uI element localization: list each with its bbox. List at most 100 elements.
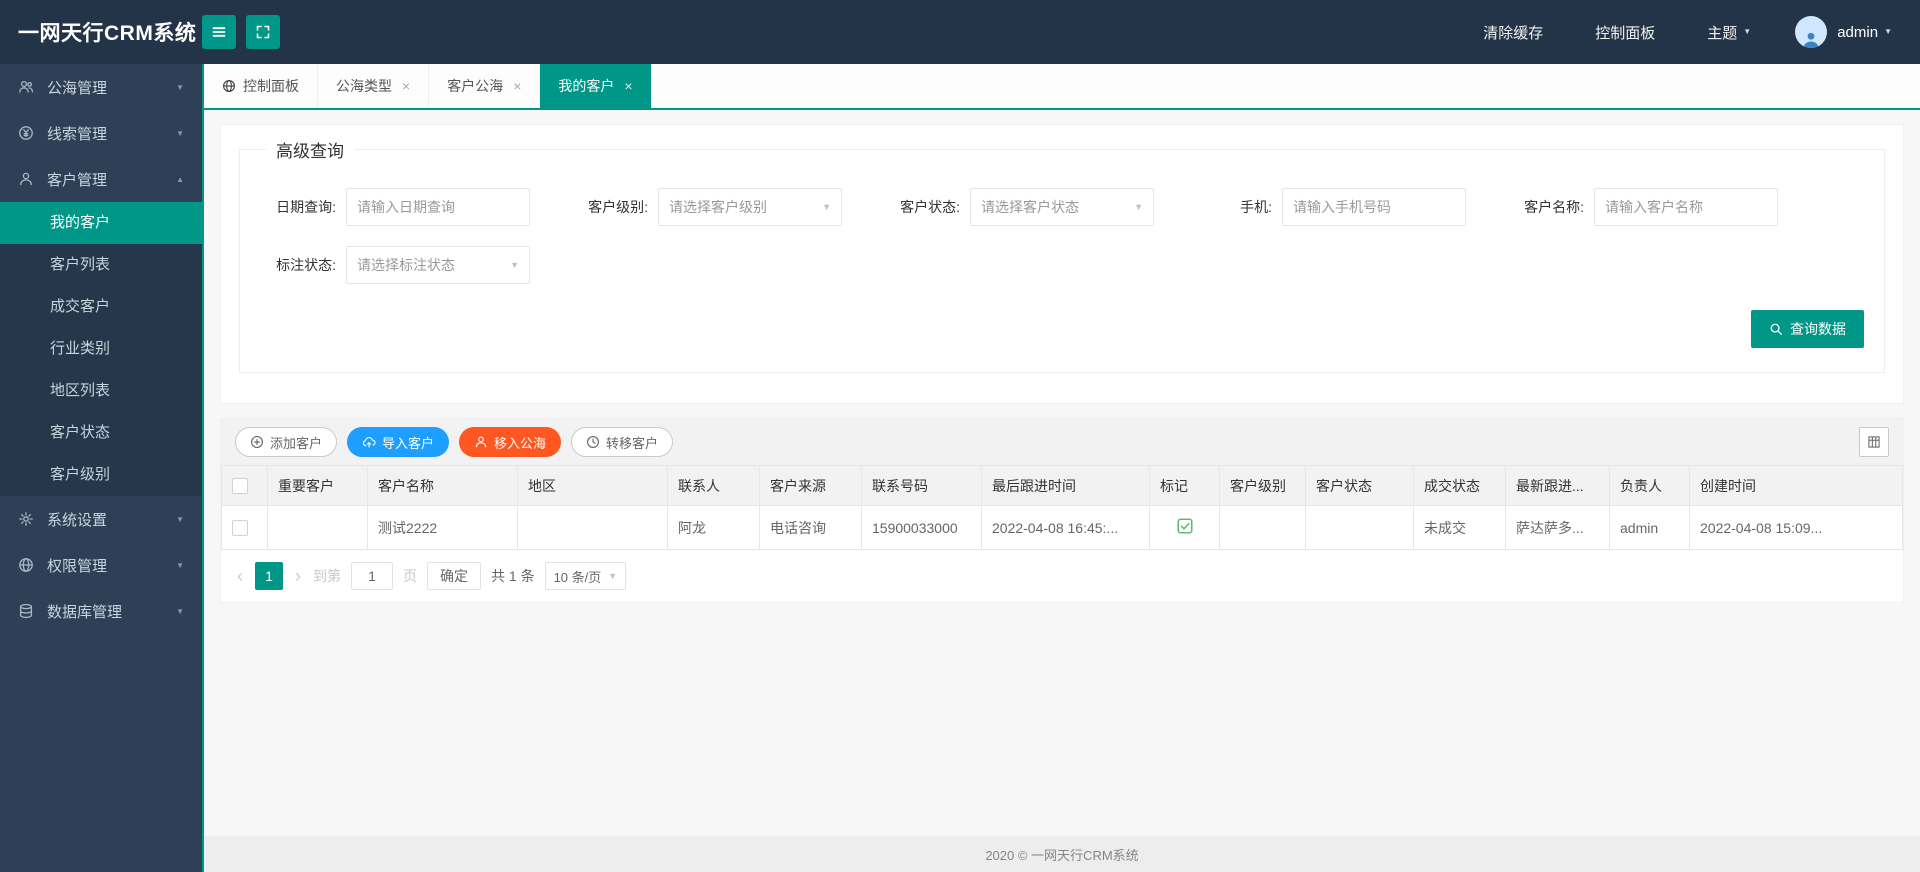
- customer-table: 重要客户 客户名称 地区 联系人 客户来源 联系号码 最后跟进时间 标记 客户级…: [221, 465, 1903, 550]
- table-row: 测试2222 阿龙 电话咨询 15900033000 2022-04-08 16…: [221, 505, 1903, 550]
- chevron-down-icon: ▼: [822, 202, 831, 212]
- cell-region: [517, 505, 668, 550]
- close-icon[interactable]: ×: [513, 79, 521, 93]
- mark-status-select[interactable]: 请选择标注状态 ▼: [346, 246, 530, 284]
- button-label: 导入客户: [382, 435, 435, 451]
- tab-gonghai-type[interactable]: 公海类型 ×: [318, 64, 430, 108]
- move-to-gonghai-button[interactable]: 移入公海: [459, 427, 562, 457]
- transfer-customer-button[interactable]: 转移客户: [571, 427, 674, 457]
- table-header-row: 重要客户 客户名称 地区 联系人 客户来源 联系号码 最后跟进时间 标记 客户级…: [221, 465, 1903, 506]
- pagination-next[interactable]: ›: [293, 567, 303, 585]
- sidebar-subitem-customer-status[interactable]: 客户状态: [0, 412, 202, 454]
- cell-phone: 15900033000: [861, 505, 982, 550]
- column-header: 客户来源: [759, 465, 862, 506]
- sidebar-subitem-customer-level[interactable]: 客户级别: [0, 454, 202, 496]
- page-content: 高级查询 日期查询: 客户级别: 请选择客户级别 ▼: [204, 110, 1920, 836]
- select-all-checkbox[interactable]: [232, 478, 248, 495]
- app-logo: 一网天行CRM系统: [18, 22, 197, 45]
- chevron-down-icon: ▼: [176, 82, 184, 92]
- date-query-input[interactable]: [346, 188, 530, 226]
- clock-icon: [586, 435, 600, 449]
- cell-last-followup: 2022-04-08 16:45:...: [981, 505, 1150, 550]
- customer-status-select[interactable]: 请选择客户状态 ▼: [970, 188, 1154, 226]
- hamburger-icon: [211, 24, 227, 40]
- column-header: 地区: [517, 465, 668, 506]
- column-header: 最新跟进...: [1505, 465, 1610, 506]
- sidebar-item-label: 权限管理: [47, 557, 108, 575]
- close-icon[interactable]: ×: [624, 79, 632, 93]
- tab-control-panel[interactable]: 控制面板: [204, 64, 318, 108]
- chevron-down-icon: ▼: [510, 260, 519, 270]
- import-customer-button[interactable]: 导入客户: [347, 427, 450, 457]
- avatar[interactable]: [1795, 16, 1828, 48]
- column-header: 成交状态: [1413, 465, 1506, 506]
- column-toggle-button[interactable]: [1859, 427, 1889, 457]
- pagination: ‹ 1 › 到第 页 确定 共 1 条 10 条/页 ▼: [221, 550, 1903, 602]
- column-header: 标记: [1149, 465, 1220, 506]
- sidebar-item-label: 公海管理: [47, 79, 108, 97]
- cell-important: [267, 505, 368, 550]
- footer-text: 2020 © 一网天行CRM系统: [985, 847, 1139, 863]
- row-checkbox[interactable]: [232, 520, 248, 537]
- page-footer: 2020 © 一网天行CRM系统: [204, 836, 1920, 872]
- add-customer-button[interactable]: 添加客户: [235, 427, 338, 457]
- sidebar-subitem-region-list[interactable]: 地区列表: [0, 370, 202, 412]
- top-bar: 一网天行CRM系统 清除缓存 控制面板 主题 ▼ admin ▼: [0, 0, 1920, 64]
- customer-name-input[interactable]: [1594, 188, 1778, 226]
- search-icon: [1769, 322, 1783, 336]
- tab-my-customers[interactable]: 我的客户 ×: [540, 64, 652, 108]
- tab-customer-gonghai[interactable]: 客户公海 ×: [429, 64, 541, 108]
- sidebar-item-permission-mgmt[interactable]: 权限管理 ▼: [0, 542, 202, 588]
- sidebar-subitem-customer-list[interactable]: 客户列表: [0, 244, 202, 286]
- query-search-button[interactable]: 查询数据: [1751, 310, 1864, 348]
- sidebar-subitem-my-customers[interactable]: 我的客户: [0, 202, 202, 244]
- sidebar-submenu-customer: 我的客户 客户列表 成交客户 行业类别 地区列表 客户状态 客户级别: [0, 202, 202, 496]
- fullscreen-icon: [255, 24, 271, 40]
- sidebar-item-database-mgmt[interactable]: 数据库管理 ▼: [0, 588, 202, 634]
- chevron-down-icon: ▼: [176, 560, 184, 570]
- tab-label: 公海类型: [336, 78, 392, 94]
- query-panel-title: 高级查询: [276, 142, 344, 161]
- customer-level-select[interactable]: 请选择客户级别 ▼: [658, 188, 842, 226]
- column-header: 重要客户: [267, 465, 368, 506]
- page-size-select[interactable]: 10 条/页 ▼: [544, 562, 627, 590]
- theme-dropdown[interactable]: 主题 ▼: [1681, 22, 1777, 43]
- sidebar-item-xiansuo-mgmt[interactable]: 线索管理 ▼: [0, 110, 202, 156]
- clear-cache-link[interactable]: 清除缓存: [1457, 22, 1569, 43]
- cloud-upload-icon: [362, 435, 376, 449]
- sidebar-item-gonghai-mgmt[interactable]: 公海管理 ▼: [0, 64, 202, 110]
- user-dropdown[interactable]: admin ▼: [1837, 24, 1892, 41]
- goto-confirm-button[interactable]: 确定: [427, 562, 481, 590]
- sidebar-item-system-settings[interactable]: 系统设置 ▼: [0, 496, 202, 542]
- pagination-page-1[interactable]: 1: [255, 562, 283, 590]
- row-checkbox-cell: [221, 505, 268, 550]
- cell-source: 电话咨询: [759, 505, 862, 550]
- mark-status-field: 标注状态: 请选择标注状态 ▼: [258, 246, 530, 284]
- phone-input[interactable]: [1282, 188, 1466, 226]
- cell-customer-name: 测试2222: [367, 505, 518, 550]
- goto-page-input[interactable]: [351, 562, 393, 590]
- query-fieldset: 高级查询 日期查询: 客户级别: 请选择客户级别 ▼: [239, 137, 1885, 373]
- query-row-1: 日期查询: 客户级别: 请选择客户级别 ▼: [258, 188, 1866, 226]
- pagination-prev[interactable]: ‹: [235, 567, 245, 585]
- sidebar-item-kehu-mgmt[interactable]: 客户管理 ▲: [0, 156, 202, 202]
- search-button-label: 查询数据: [1790, 321, 1846, 337]
- chevron-down-icon: ▼: [176, 606, 184, 616]
- tab-label: 控制面板: [243, 78, 299, 94]
- fullscreen-button[interactable]: [246, 15, 280, 49]
- cell-mark: [1149, 505, 1220, 550]
- column-header: 客户级别: [1219, 465, 1306, 506]
- sidebar-subitem-deal-customers[interactable]: 成交客户: [0, 286, 202, 328]
- table-toolbar: 添加客户 导入客户 移入公海 转移客户: [221, 419, 1903, 465]
- header-checkbox-cell: [221, 465, 268, 506]
- cell-deal-status: 未成交: [1413, 505, 1506, 550]
- plus-circle-icon: [250, 435, 264, 449]
- sidebar-subitem-industry-category[interactable]: 行业类别: [0, 328, 202, 370]
- check-square-icon[interactable]: [1176, 517, 1194, 535]
- chevron-down-icon: ▼: [176, 514, 184, 524]
- tab-bar: 控制面板 公海类型 × 客户公海 × 我的客户 ×: [204, 64, 1920, 110]
- close-icon[interactable]: ×: [402, 79, 410, 93]
- collapse-menu-button[interactable]: [202, 15, 236, 49]
- grid-icon: [1867, 435, 1881, 449]
- control-panel-link[interactable]: 控制面板: [1569, 22, 1681, 43]
